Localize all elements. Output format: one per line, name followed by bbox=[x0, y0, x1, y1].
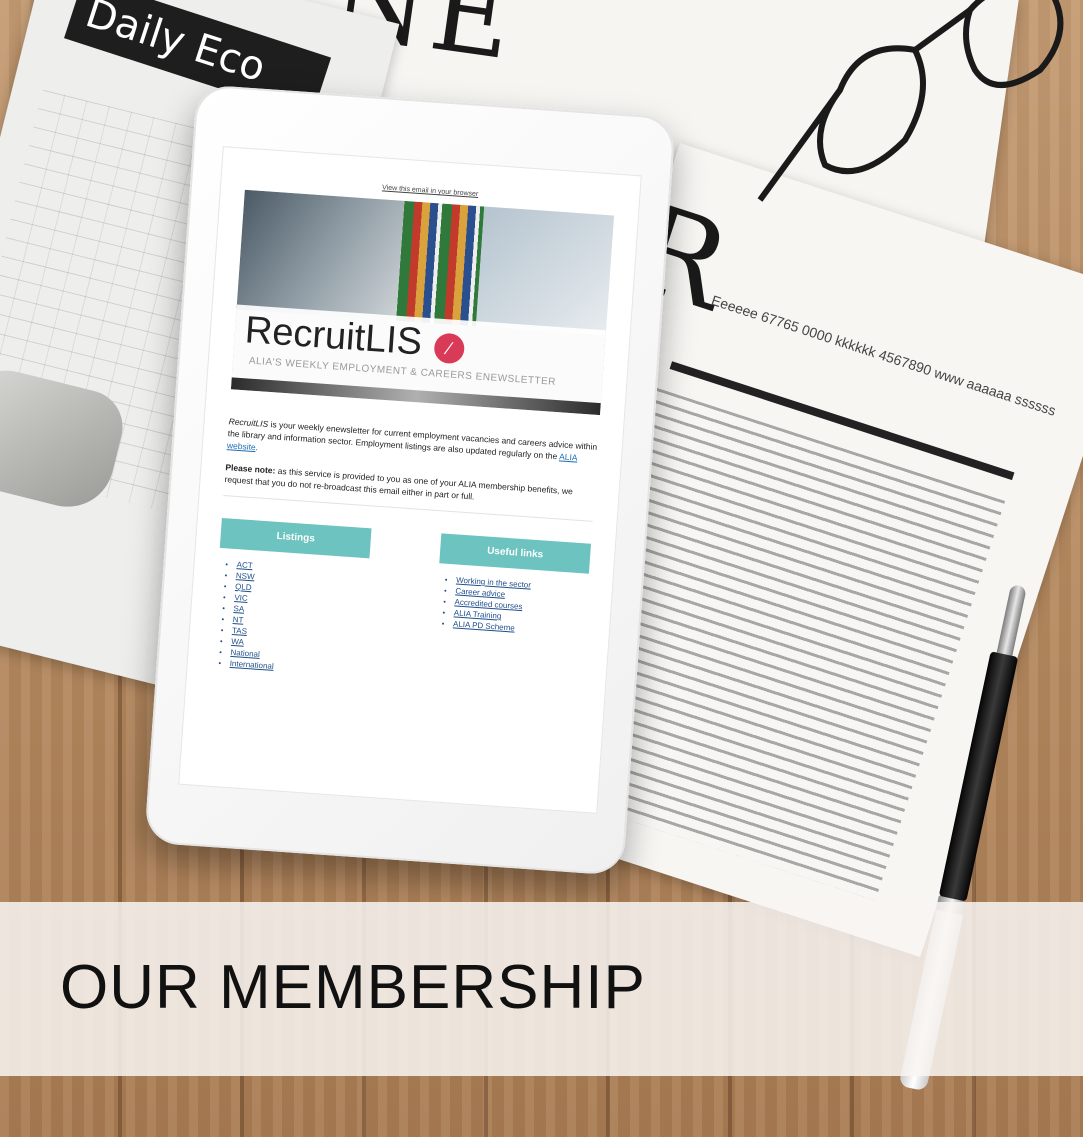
useful-links-heading: Useful links bbox=[439, 533, 591, 574]
brand-logo-icon: ⁄ bbox=[433, 332, 466, 365]
listings-column: Listings ACT NSW QLD VIC SA NT TAS WA Na… bbox=[211, 517, 372, 678]
link-columns: Listings ACT NSW QLD VIC SA NT TAS WA Na… bbox=[211, 517, 591, 693]
useful-links-column: Useful links Working in the sector Caree… bbox=[431, 533, 591, 693]
tablet-screen: View this email in your browser RecruitL… bbox=[178, 146, 642, 814]
pen-tip bbox=[996, 584, 1027, 656]
listings-heading: Listings bbox=[219, 517, 372, 559]
listings-list: ACT NSW QLD VIC SA NT TAS WA National In… bbox=[211, 558, 368, 678]
newspaper-right-subheading: Eeeeee 67765 0000 kkkkkk 4567890 www aaa… bbox=[709, 291, 1058, 419]
intro-1-body: is your weekly enewsletter for current e… bbox=[227, 418, 598, 462]
banner-photo-books bbox=[396, 200, 485, 327]
photo-scene: NE Daily Eco R Eeeeee 67765 0000 kkkkkk … bbox=[0, 0, 1083, 1137]
newsletter-intro: RecruitLIS is your weekly enewsletter fo… bbox=[224, 415, 598, 511]
newsletter-banner: RecruitLIS ⁄ ALIA'S WEEKLY EMPLOYMENT & … bbox=[230, 189, 614, 416]
intro-2-lead: Please note: bbox=[225, 462, 276, 476]
useful-links-list: Working in the sector Career advice Accr… bbox=[435, 573, 588, 638]
eyeglasses-icon bbox=[757, 0, 1064, 202]
page-title: OUR MEMBERSHIP bbox=[60, 953, 646, 1022]
banner-photo-office bbox=[475, 206, 614, 336]
intro-1-lead: RecruitLIS bbox=[228, 416, 269, 429]
intro-1-end: . bbox=[255, 442, 259, 453]
tablet-device: View this email in your browser RecruitL… bbox=[144, 84, 676, 876]
banner-photo-people bbox=[236, 189, 405, 321]
